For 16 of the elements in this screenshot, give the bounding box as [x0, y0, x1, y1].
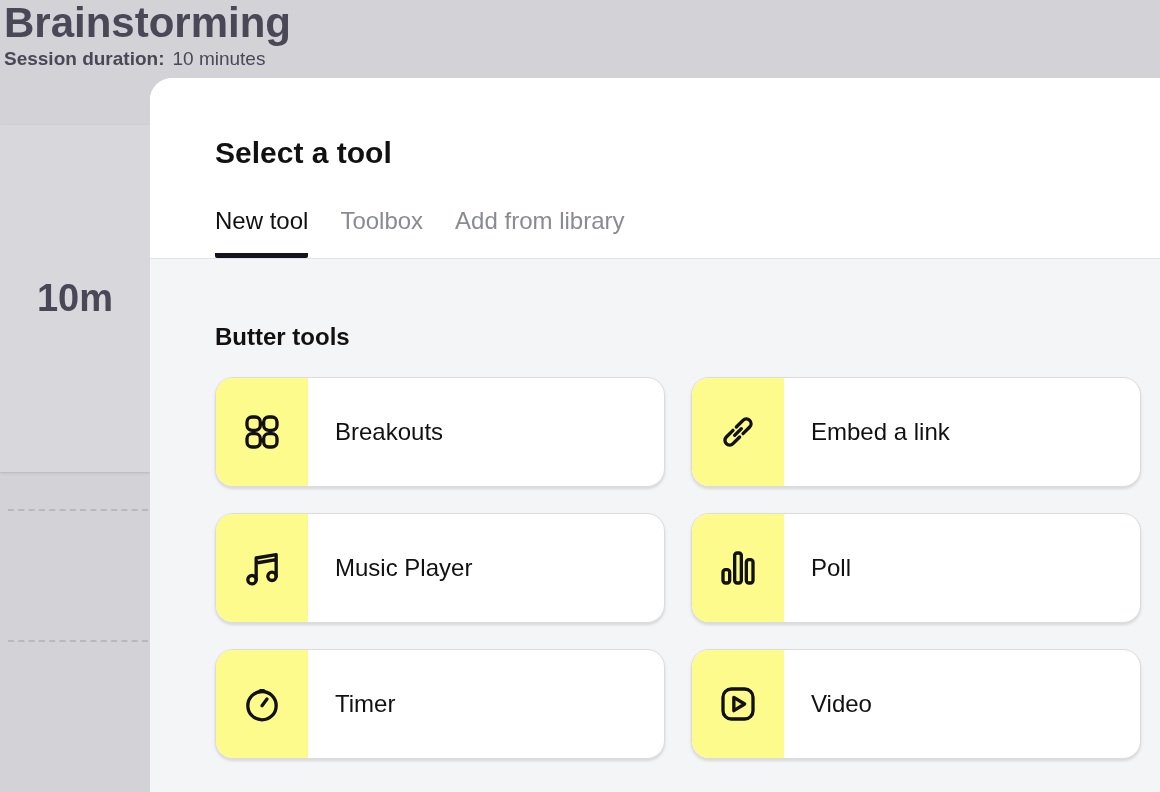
- grid-icon: [242, 412, 282, 452]
- tool-card[interactable]: Music Player: [215, 513, 665, 623]
- section-title: Butter tools: [215, 322, 351, 352]
- tool-card[interactable]: Video: [691, 649, 1141, 759]
- duration-value: 10 minutes: [172, 47, 266, 71]
- play-icon: [718, 684, 758, 724]
- dialog-title: Select a tool: [215, 135, 393, 171]
- duration-text: 10m: [36, 276, 114, 321]
- tab[interactable]: New tool: [215, 203, 309, 258]
- duration-label: Session duration:: [4, 47, 165, 71]
- tool-card[interactable]: Breakouts: [215, 377, 665, 487]
- tool-card[interactable]: Timer: [215, 649, 665, 759]
- tool-card[interactable]: Embed a link: [691, 377, 1141, 487]
- tool-card[interactable]: Poll: [691, 513, 1141, 623]
- bar-chart-icon: [718, 548, 758, 588]
- page-title: Brainstorming: [4, 2, 293, 44]
